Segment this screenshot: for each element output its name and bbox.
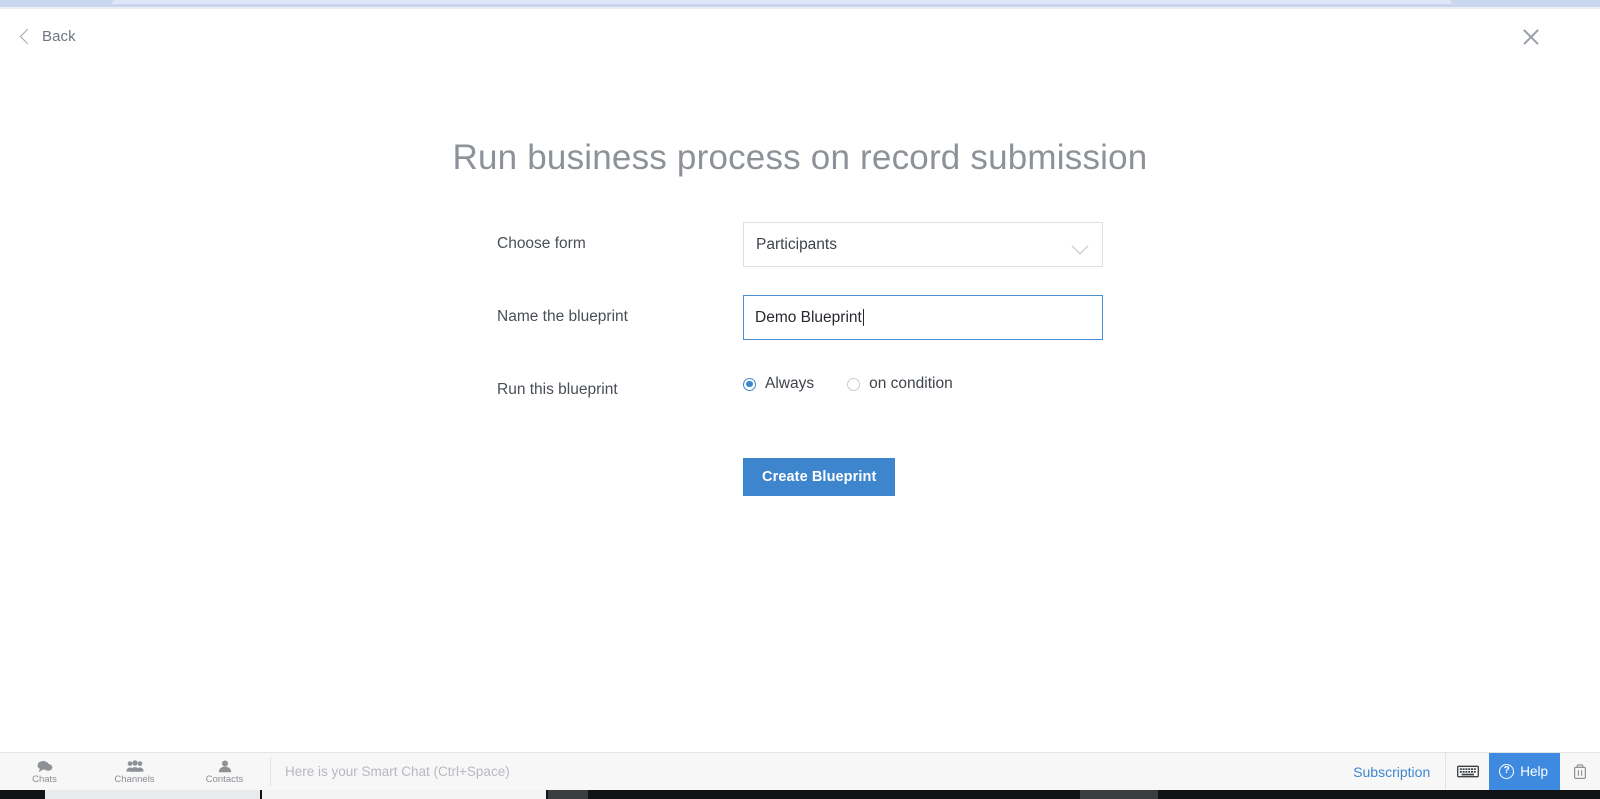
taskbar-segment [45, 790, 260, 799]
chevron-down-icon [1071, 237, 1089, 255]
browser-strip-edge [0, 7, 1600, 9]
radio-option-always[interactable]: Always [743, 375, 814, 393]
page-title: Run business process on record submissio… [452, 138, 1148, 177]
chevron-left-icon [19, 28, 36, 45]
smart-chat-placeholder: Here is your Smart Chat (Ctrl+Space) [285, 764, 510, 779]
chat-bubble-icon [37, 758, 53, 773]
bottom-tab-channels[interactable]: Channels [90, 753, 180, 790]
blueprint-name-value: Demo Blueprint [755, 308, 862, 326]
taskbar-segment [262, 790, 546, 799]
os-taskbar [0, 790, 1600, 799]
radio-label-on-condition: on condition [869, 375, 953, 392]
bottom-tab-channels-label: Channels [114, 774, 155, 785]
trash-icon[interactable] [1560, 753, 1600, 790]
blueprint-name-input[interactable]: Demo Blueprint [743, 295, 1103, 340]
taskbar-segment [1080, 790, 1158, 799]
keyboard-icon[interactable] [1445, 753, 1489, 790]
radio-unselected-icon [847, 377, 861, 391]
form-row-blueprint-name: Name the blueprint Demo Blueprint [0, 295, 1600, 368]
browser-tab-strip [0, 0, 1600, 7]
radio-selected-icon [743, 377, 756, 391]
bottom-tab-chats-label: Chats [32, 774, 57, 785]
choose-form-selected-value: Participants [756, 235, 837, 253]
bottom-tab-contacts[interactable]: Contacts [180, 753, 270, 790]
browser-active-tab[interactable] [112, 0, 1452, 4]
blueprint-name-label: Name the blueprint [497, 308, 628, 325]
choose-form-label: Choose form [497, 235, 586, 252]
subscription-link[interactable]: Subscription [1338, 753, 1445, 790]
bottom-toolbar: Chats Channels Contacts Here is your Sma… [0, 752, 1600, 790]
run-condition-label: Run this blueprint [497, 381, 618, 398]
close-icon[interactable] [1519, 25, 1543, 49]
person-icon [218, 758, 232, 773]
help-button-label: Help [1520, 764, 1548, 779]
blueprint-name-field: Demo Blueprint [743, 295, 1103, 340]
back-button[interactable]: Back [16, 24, 82, 49]
run-condition-radio-group: Always on condition [743, 375, 953, 393]
help-button[interactable]: ? Help [1489, 753, 1560, 790]
form-row-choose-form: Choose form Participants [0, 222, 1600, 295]
choose-form-field: Participants [743, 222, 1103, 267]
bottom-tab-chats[interactable]: Chats [0, 753, 90, 790]
blueprint-form: Choose form Participants Name the bluepr… [0, 222, 1600, 424]
form-row-run-condition: Run this blueprint Always on condition [0, 368, 1600, 424]
app-window: Back Run business process on record subm… [0, 0, 1600, 799]
taskbar-segment [548, 790, 588, 799]
question-circle-icon: ? [1499, 764, 1515, 779]
bottom-tab-contacts-label: Contacts [205, 774, 244, 785]
people-group-icon [125, 758, 144, 773]
back-button-label: Back [42, 28, 76, 45]
bottom-toolbar-right: Subscription ? Help [1338, 753, 1600, 790]
bottom-toolbar-tabs: Chats Channels Contacts [0, 753, 271, 790]
submit-area: Create Blueprint [743, 458, 896, 496]
create-blueprint-button[interactable]: Create Blueprint [743, 458, 896, 496]
radio-option-on-condition[interactable]: on condition [847, 375, 953, 393]
choose-form-select[interactable]: Participants [743, 222, 1103, 267]
radio-label-always: Always [765, 375, 815, 392]
smart-chat-input[interactable]: Here is your Smart Chat (Ctrl+Space) [271, 753, 1338, 790]
text-caret [862, 309, 864, 326]
